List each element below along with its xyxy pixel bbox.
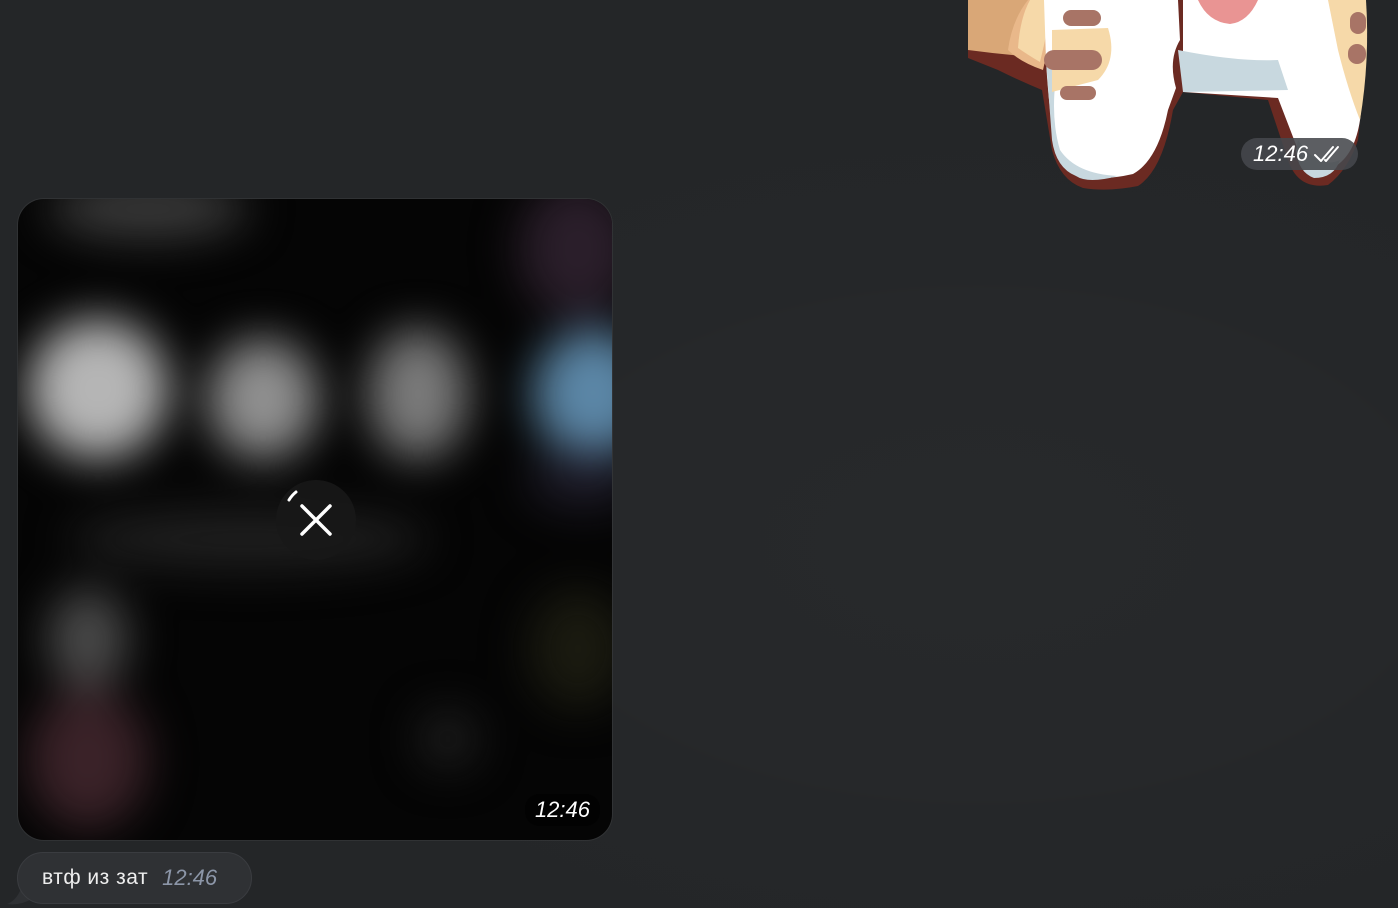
text-message[interactable]: втф из зат 12:46 — [17, 852, 252, 904]
cancel-download-button[interactable] — [276, 480, 356, 560]
sticker-time: 12:46 — [1253, 141, 1309, 166]
media-time: 12:46 — [524, 794, 600, 826]
double-check-icon — [1314, 146, 1340, 162]
sticker-message[interactable]: 12:46 — [968, 0, 1388, 200]
message-time: 12:46 — [162, 865, 218, 890]
media-message[interactable]: 12:46 — [18, 199, 612, 840]
message-text: втф из зат — [42, 866, 149, 889]
cat-sticker-icon — [968, 0, 1368, 190]
sticker-time-badge: 12:46 — [1241, 138, 1359, 170]
close-icon — [287, 490, 332, 536]
chat-history[interactable]: 12:46 12:46 втф из зат 12:46 — [0, 0, 1398, 908]
